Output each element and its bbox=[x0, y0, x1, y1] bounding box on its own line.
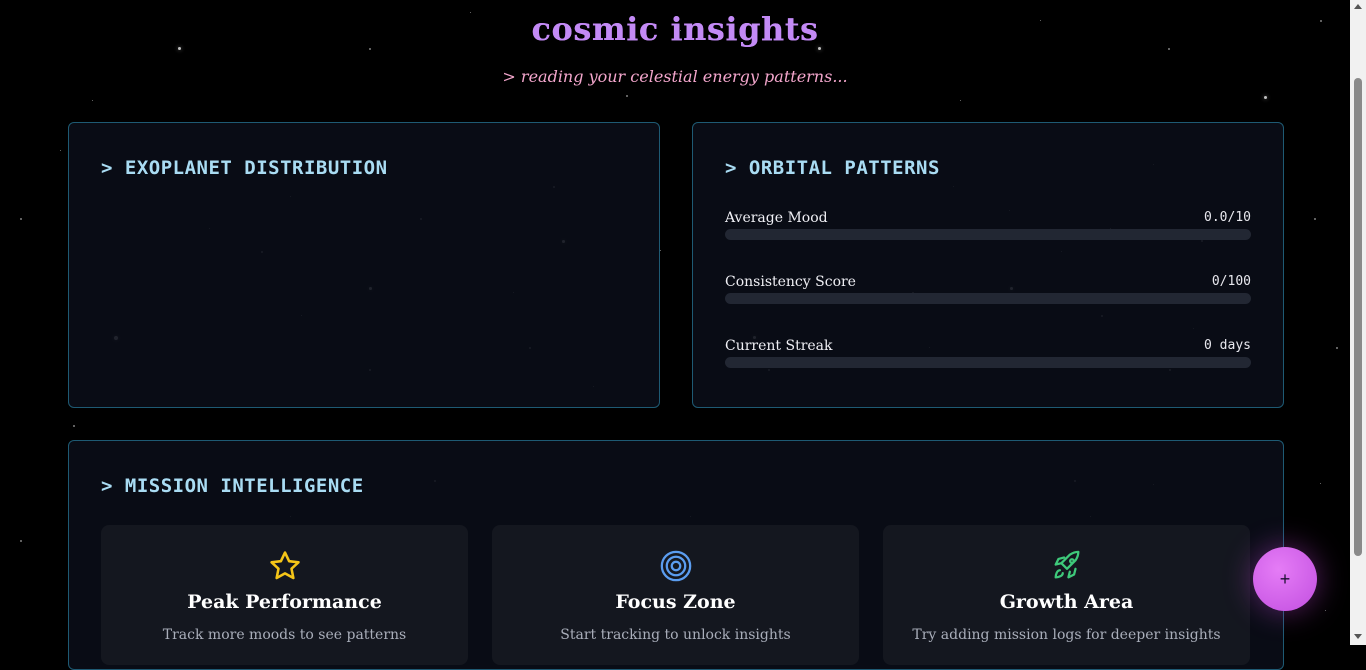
metric-label: Consistency Score bbox=[725, 274, 856, 290]
card-title: Growth Area bbox=[999, 591, 1134, 613]
star-dot bbox=[960, 100, 961, 101]
page-scrollbar[interactable] bbox=[1350, 0, 1366, 645]
target-icon bbox=[660, 550, 691, 582]
progress-bar bbox=[725, 229, 1251, 240]
panel-title: > MISSION INTELLIGENCE bbox=[101, 475, 364, 497]
insight-card-growth-area: Growth Area Try adding mission logs for … bbox=[883, 525, 1250, 665]
card-description: Try adding mission logs for deeper insig… bbox=[912, 627, 1221, 643]
progress-bar bbox=[725, 293, 1251, 304]
star-dot bbox=[60, 150, 61, 151]
insight-card-peak-performance: Peak Performance Track more moods to see… bbox=[101, 525, 468, 665]
page-title: cosmic insights bbox=[0, 10, 1350, 48]
star-dot bbox=[1264, 96, 1267, 99]
metric-value: 0.0/10 bbox=[1204, 210, 1251, 225]
insight-card-focus-zone: Focus Zone Start tracking to unlock insi… bbox=[492, 525, 859, 665]
card-title: Focus Zone bbox=[615, 591, 736, 613]
metric-value: 0 days bbox=[1204, 338, 1251, 353]
star-dot bbox=[1320, 483, 1321, 484]
scrollbar-thumb[interactable] bbox=[1354, 78, 1362, 556]
star-dot bbox=[1314, 218, 1316, 220]
metric-average-mood: Average Mood 0.0/10 bbox=[725, 210, 1251, 250]
scroll-up-arrow[interactable] bbox=[1354, 4, 1362, 9]
metric-label: Current Streak bbox=[725, 338, 833, 354]
metric-consistency-score: Consistency Score 0/100 bbox=[725, 274, 1251, 314]
metric-label: Average Mood bbox=[725, 210, 828, 226]
orbital-patterns-panel: > ORBITAL PATTERNS Average Mood 0.0/10 C… bbox=[692, 122, 1284, 408]
card-title: Peak Performance bbox=[187, 591, 382, 613]
star-dot bbox=[1336, 347, 1338, 349]
panel-title: > ORBITAL PATTERNS bbox=[725, 157, 940, 179]
star-dot bbox=[626, 95, 628, 97]
star-dot bbox=[1168, 48, 1170, 50]
scroll-down-arrow[interactable] bbox=[1354, 634, 1362, 639]
add-entry-button[interactable]: + bbox=[1253, 547, 1317, 611]
panel-title: > EXOPLANET DISTRIBUTION bbox=[101, 157, 388, 179]
card-description: Track more moods to see patterns bbox=[162, 627, 407, 643]
star-dot bbox=[20, 218, 22, 220]
star-dot bbox=[1325, 610, 1326, 611]
exoplanet-distribution-panel: > EXOPLANET DISTRIBUTION bbox=[68, 122, 660, 408]
mission-intelligence-panel: > MISSION INTELLIGENCE Peak Performance … bbox=[68, 440, 1284, 670]
star-dot bbox=[660, 250, 661, 251]
metric-value: 0/100 bbox=[1211, 274, 1251, 289]
page-subtitle: > reading your celestial energy patterns… bbox=[502, 67, 848, 86]
star-icon bbox=[269, 551, 300, 580]
star-dot bbox=[369, 48, 371, 50]
card-description: Start tracking to unlock insights bbox=[560, 627, 791, 643]
metric-current-streak: Current Streak 0 days bbox=[725, 338, 1251, 378]
star-dot bbox=[92, 100, 93, 101]
rocket-icon bbox=[1054, 550, 1079, 579]
star-dot bbox=[73, 425, 75, 427]
progress-bar bbox=[725, 357, 1251, 368]
star-dot bbox=[20, 540, 22, 542]
